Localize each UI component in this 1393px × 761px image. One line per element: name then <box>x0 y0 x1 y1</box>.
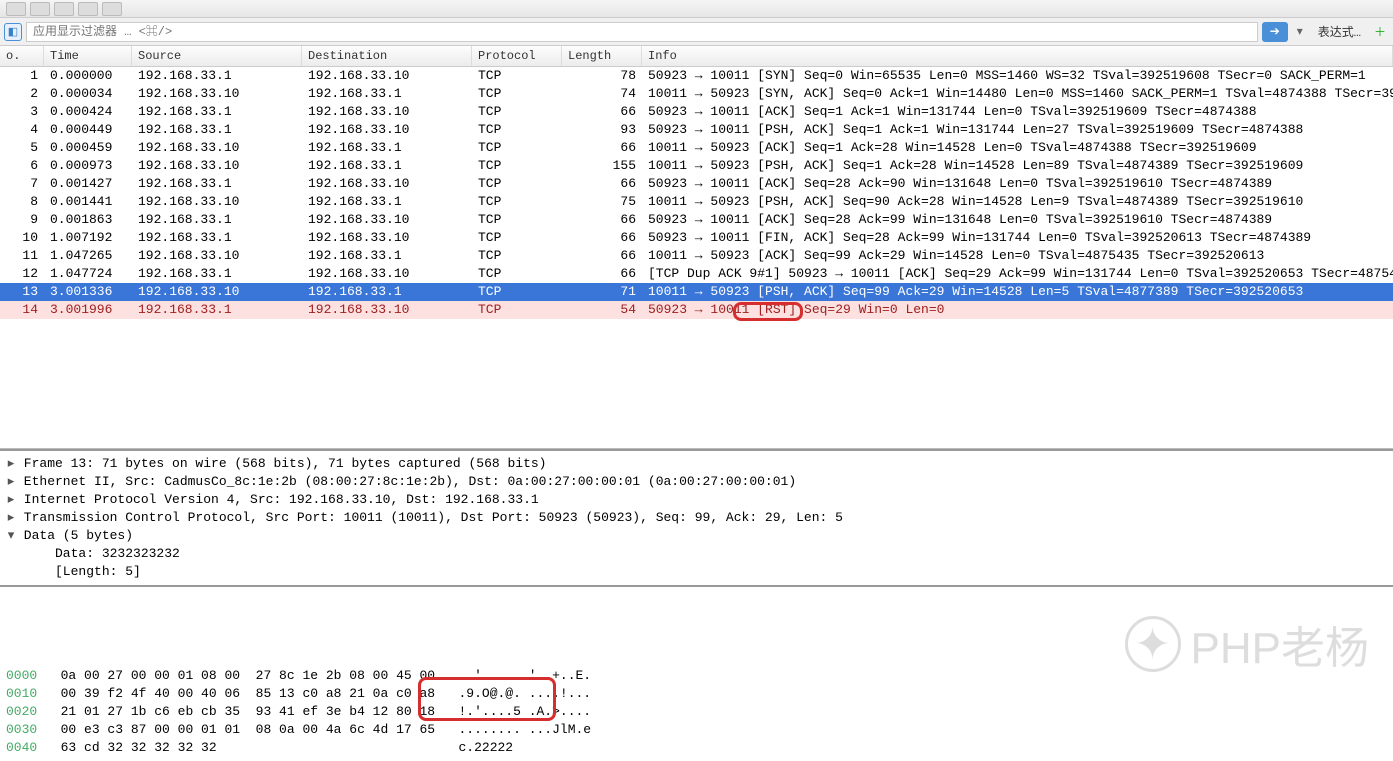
packet-row[interactable]: 70.001427192.168.33.1192.168.33.10TCP665… <box>0 175 1393 193</box>
packet-row[interactable]: 111.047265192.168.33.10192.168.33.1TCP66… <box>0 247 1393 265</box>
packet-details-pane[interactable]: ▸ Frame 13: 71 bytes on wire (568 bits),… <box>0 449 1393 587</box>
column-info[interactable]: Info <box>642 46 1393 66</box>
hex-line[interactable]: 0000 0a 00 27 00 00 01 08 00 27 8c 1e 2b… <box>6 667 1387 685</box>
toolbar-button[interactable] <box>78 2 98 16</box>
packet-row[interactable]: 80.001441192.168.33.10192.168.33.1TCP751… <box>0 193 1393 211</box>
apply-filter-button[interactable]: ➔ <box>1262 22 1288 42</box>
packet-row[interactable]: 90.001863192.168.33.1192.168.33.10TCP665… <box>0 211 1393 229</box>
add-button[interactable]: ＋ <box>1371 23 1389 41</box>
expression-button[interactable]: 表达式… <box>1312 21 1367 42</box>
detail-line[interactable]: ▸ Internet Protocol Version 4, Src: 192.… <box>6 491 1387 509</box>
packet-list[interactable]: 10.000000192.168.33.1192.168.33.10TCP785… <box>0 67 1393 449</box>
toolbar-button[interactable] <box>54 2 74 16</box>
display-filter-input[interactable] <box>26 22 1258 42</box>
hex-line[interactable]: 0040 63 cd 32 32 32 32 32 c.22222 <box>6 739 1387 757</box>
detail-line[interactable]: ▸ Frame 13: 71 bytes on wire (568 bits),… <box>6 455 1387 473</box>
packet-row[interactable]: 121.047724192.168.33.1192.168.33.10TCP66… <box>0 265 1393 283</box>
packet-row[interactable]: 50.000459192.168.33.10192.168.33.1TCP661… <box>0 139 1393 157</box>
packet-bytes-pane[interactable]: 0000 0a 00 27 00 00 01 08 00 27 8c 1e 2b… <box>0 627 1393 761</box>
column-protocol[interactable]: Protocol <box>472 46 562 66</box>
column-no[interactable]: o. <box>0 46 44 66</box>
detail-line[interactable]: Data: 3232323232 <box>6 545 1387 563</box>
detail-line[interactable]: [Length: 5] <box>6 563 1387 581</box>
hex-line[interactable]: 0010 00 39 f2 4f 40 00 40 06 85 13 c0 a8… <box>6 685 1387 703</box>
toolbar-button[interactable] <box>102 2 122 16</box>
detail-line[interactable]: ▸ Transmission Control Protocol, Src Por… <box>6 509 1387 527</box>
packet-row[interactable]: 143.001996192.168.33.1192.168.33.10TCP54… <box>0 301 1393 319</box>
toolbar-button[interactable] <box>6 2 26 16</box>
packet-row[interactable]: 20.000034192.168.33.10192.168.33.1TCP741… <box>0 85 1393 103</box>
packet-list-header: o. Time Source Destination Protocol Leng… <box>0 46 1393 67</box>
main-toolbar <box>0 0 1393 18</box>
column-destination[interactable]: Destination <box>302 46 472 66</box>
packet-row[interactable]: 30.000424192.168.33.1192.168.33.10TCP665… <box>0 103 1393 121</box>
hex-line[interactable]: 0020 21 01 27 1b c6 eb cb 35 93 41 ef 3e… <box>6 703 1387 721</box>
column-source[interactable]: Source <box>132 46 302 66</box>
filter-bar: ◧ ➔ ▾ 表达式… ＋ <box>0 18 1393 46</box>
column-length[interactable]: Length <box>562 46 642 66</box>
toolbar-button[interactable] <box>30 2 50 16</box>
packet-row[interactable]: 40.000449192.168.33.1192.168.33.10TCP935… <box>0 121 1393 139</box>
detail-line[interactable]: ▸ Ethernet II, Src: CadmusCo_8c:1e:2b (0… <box>6 473 1387 491</box>
column-time[interactable]: Time <box>44 46 132 66</box>
bookmark-icon[interactable]: ◧ <box>4 23 22 41</box>
packet-row[interactable]: 133.001336192.168.33.10192.168.33.1TCP71… <box>0 283 1393 301</box>
filter-dropdown-icon[interactable]: ▾ <box>1292 22 1308 42</box>
hex-line[interactable]: 0030 00 e3 c3 87 00 00 01 01 08 0a 00 4a… <box>6 721 1387 739</box>
packet-row[interactable]: 101.007192192.168.33.1192.168.33.10TCP66… <box>0 229 1393 247</box>
detail-line[interactable]: ▾ Data (5 bytes) <box>6 527 1387 545</box>
packet-row[interactable]: 10.000000192.168.33.1192.168.33.10TCP785… <box>0 67 1393 85</box>
packet-row[interactable]: 60.000973192.168.33.10192.168.33.1TCP155… <box>0 157 1393 175</box>
